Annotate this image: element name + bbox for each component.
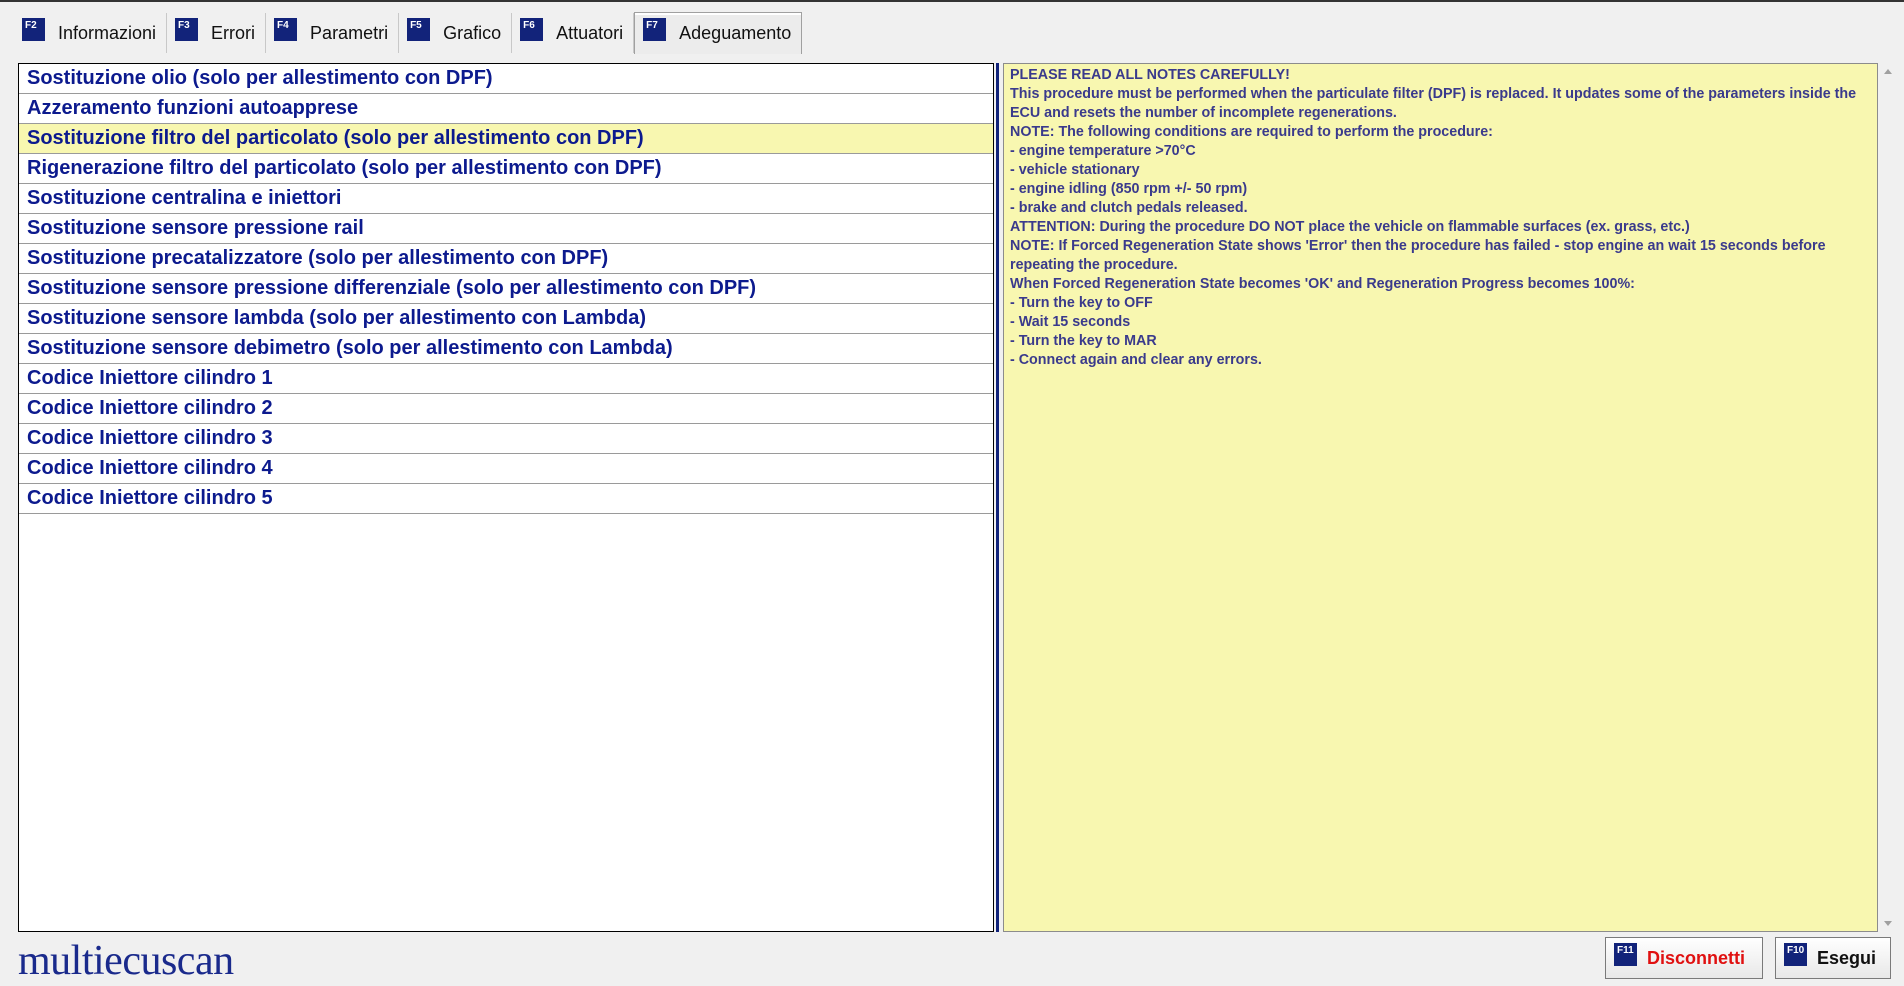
list-item[interactable]: Sostituzione olio (solo per allestimento… — [19, 64, 993, 94]
scroll-down-icon[interactable] — [1884, 921, 1892, 926]
list-item[interactable]: Codice Iniettore cilindro 1 — [19, 364, 993, 394]
list-item[interactable]: Sostituzione sensore debimetro (solo per… — [19, 334, 993, 364]
tab-label: Parametri — [310, 22, 389, 43]
note-line: - engine temperature >70°C — [1010, 143, 1196, 159]
note-line: - engine idling (850 rpm +/- 50 rpm) — [1010, 181, 1248, 197]
tab-grafico[interactable]: F5 Grafico — [399, 13, 513, 53]
tab-label: Informazioni — [58, 22, 157, 43]
list-item[interactable]: Sostituzione sensore pressione rail — [19, 214, 993, 244]
list-item[interactable]: Codice Iniettore cilindro 3 — [19, 424, 993, 454]
note-line: - Turn the key to MAR — [1010, 333, 1157, 349]
tab-bar: F2 Informazioni F3 Errori F4 Parametri F5 Grafi… — [14, 12, 803, 54]
tab-label: Attuatori — [556, 22, 624, 43]
panel-splitter[interactable] — [996, 63, 999, 932]
tab-adeguamento[interactable]: F7 Adeguamento — [634, 12, 803, 54]
tab-label: Adeguamento — [679, 23, 792, 43]
procedure-list[interactable]: Sostituzione olio (solo per allestimento… — [18, 63, 994, 932]
note-line: - vehicle stationary — [1010, 162, 1140, 178]
note-line: This procedure must be performed when th… — [1010, 86, 1861, 121]
f2-key-icon: F2 — [22, 17, 45, 41]
f5-key-icon: F5 — [407, 17, 431, 41]
disconnect-label: Disconnetti — [1647, 947, 1746, 968]
note-line: - brake and clutch pedals released. — [1010, 200, 1248, 216]
window-top-border — [0, 0, 1904, 2]
list-item[interactable]: Azzeramento funzioni autoapprese — [19, 94, 993, 124]
list-item[interactable]: Sostituzione precatalizzatore (solo per … — [19, 244, 993, 274]
app-logo: multiecuscan — [18, 938, 234, 984]
note-line: - Connect again and clear any errors. — [1010, 352, 1262, 368]
f10-key-icon: F10 — [1784, 942, 1807, 966]
note-line: NOTE: The following conditions are requi… — [1010, 124, 1493, 140]
notes-scrollbar[interactable] — [1880, 63, 1896, 932]
note-line: ATTENTION: During the procedure DO NOT p… — [1010, 219, 1690, 235]
note-line: When Forced Regeneration State becomes '… — [1010, 276, 1635, 292]
disconnect-button[interactable]: F11 Disconnetti — [1605, 937, 1763, 979]
note-line: - Turn the key to OFF — [1010, 295, 1153, 311]
notes-panel: PLEASE READ ALL NOTES CAREFULLY! This pro… — [1003, 63, 1878, 932]
list-item[interactable]: Sostituzione filtro del particolato (sol… — [19, 124, 993, 154]
list-item[interactable]: Codice Iniettore cilindro 2 — [19, 394, 993, 424]
list-item[interactable]: Sostituzione centralina e iniettori — [19, 184, 993, 214]
list-item[interactable]: Codice Iniettore cilindro 5 — [19, 484, 993, 514]
run-label: Esegui — [1817, 947, 1877, 968]
scroll-up-icon[interactable] — [1884, 69, 1892, 74]
tab-label: Grafico — [443, 22, 502, 43]
f4-key-icon: F4 — [274, 17, 298, 41]
run-button[interactable]: F10 Esegui — [1775, 937, 1891, 979]
tab-label: Errori — [211, 22, 256, 43]
f11-key-icon: F11 — [1614, 942, 1637, 966]
f7-key-icon: F7 — [643, 18, 667, 41]
note-line: NOTE: If Forced Regeneration State shows… — [1010, 238, 1830, 273]
list-item[interactable]: Codice Iniettore cilindro 4 — [19, 454, 993, 484]
tab-parametri[interactable]: F4 Parametri — [266, 13, 400, 53]
tab-attuatori[interactable]: F6 Attuatori — [512, 13, 635, 53]
tab-informazioni[interactable]: F2 Informazioni — [14, 13, 168, 53]
list-item[interactable]: Sostituzione sensore pressione differenz… — [19, 274, 993, 304]
f6-key-icon: F6 — [520, 17, 544, 41]
list-item[interactable]: Sostituzione sensore lambda (solo per al… — [19, 304, 993, 334]
f3-key-icon: F3 — [175, 17, 199, 41]
list-item[interactable]: Rigenerazione filtro del particolato (so… — [19, 154, 993, 184]
tab-errori[interactable]: F3 Errori — [167, 13, 267, 53]
note-line: - Wait 15 seconds — [1010, 314, 1131, 330]
note-line: PLEASE READ ALL NOTES CAREFULLY! — [1010, 67, 1290, 83]
